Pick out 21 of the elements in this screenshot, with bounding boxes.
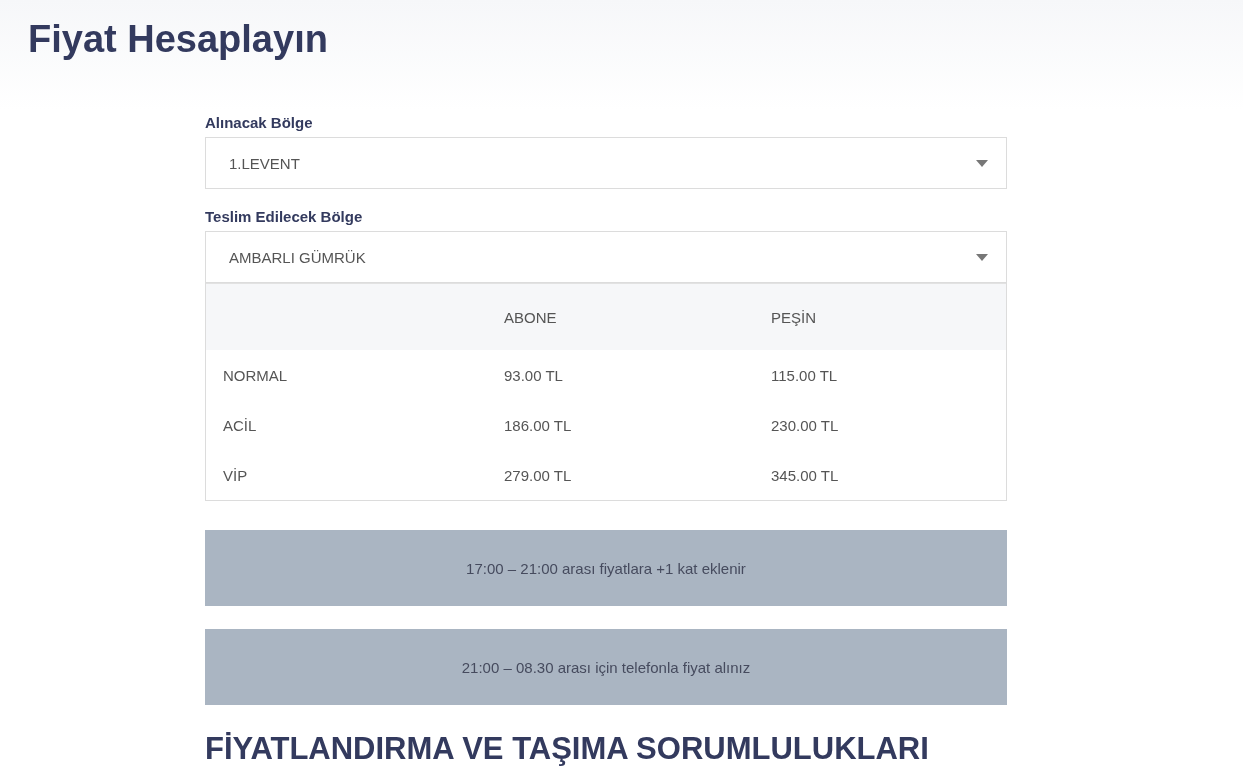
- section-heading: FİYATLANDIRMA VE TAŞIMA SORUMLULUKLARI: [205, 731, 929, 767]
- notice-text: 17:00 – 21:00 arası fiyatlara +1 kat eklenir: [466, 559, 746, 577]
- region-select[interactable]: AMBARLI GÜMRÜK: [205, 231, 1007, 283]
- table-cell: 93.00 TL: [504, 366, 563, 384]
- table-cell: VİP: [223, 466, 248, 484]
- page-title: Fiyat Hesaplayın: [28, 18, 328, 61]
- table-cell: ACİL: [223, 416, 257, 434]
- table-cell: 186.00 TL: [504, 416, 572, 434]
- field-label: Teslim Edilecek Bölge: [205, 208, 363, 225]
- region-select[interactable]: 1.LEVENT: [205, 137, 1007, 189]
- table-cell: 345.00 TL: [771, 466, 839, 484]
- field-label: Alınacak Bölge: [205, 114, 313, 131]
- caret-down-icon: [976, 159, 988, 167]
- table-cell: 279.00 TL: [504, 466, 572, 484]
- notice-text: 21:00 – 08.30 arası için telefonla fiyat alınız: [461, 658, 751, 676]
- table-cell: 115.00 TL: [771, 366, 838, 384]
- column-header: PEŞİN: [771, 308, 816, 326]
- column-header: ABONE: [504, 308, 557, 326]
- caret-down-icon: [976, 253, 988, 261]
- table-cell: NORMAL: [223, 366, 288, 384]
- table-cell: 230.00 TL: [771, 416, 839, 434]
